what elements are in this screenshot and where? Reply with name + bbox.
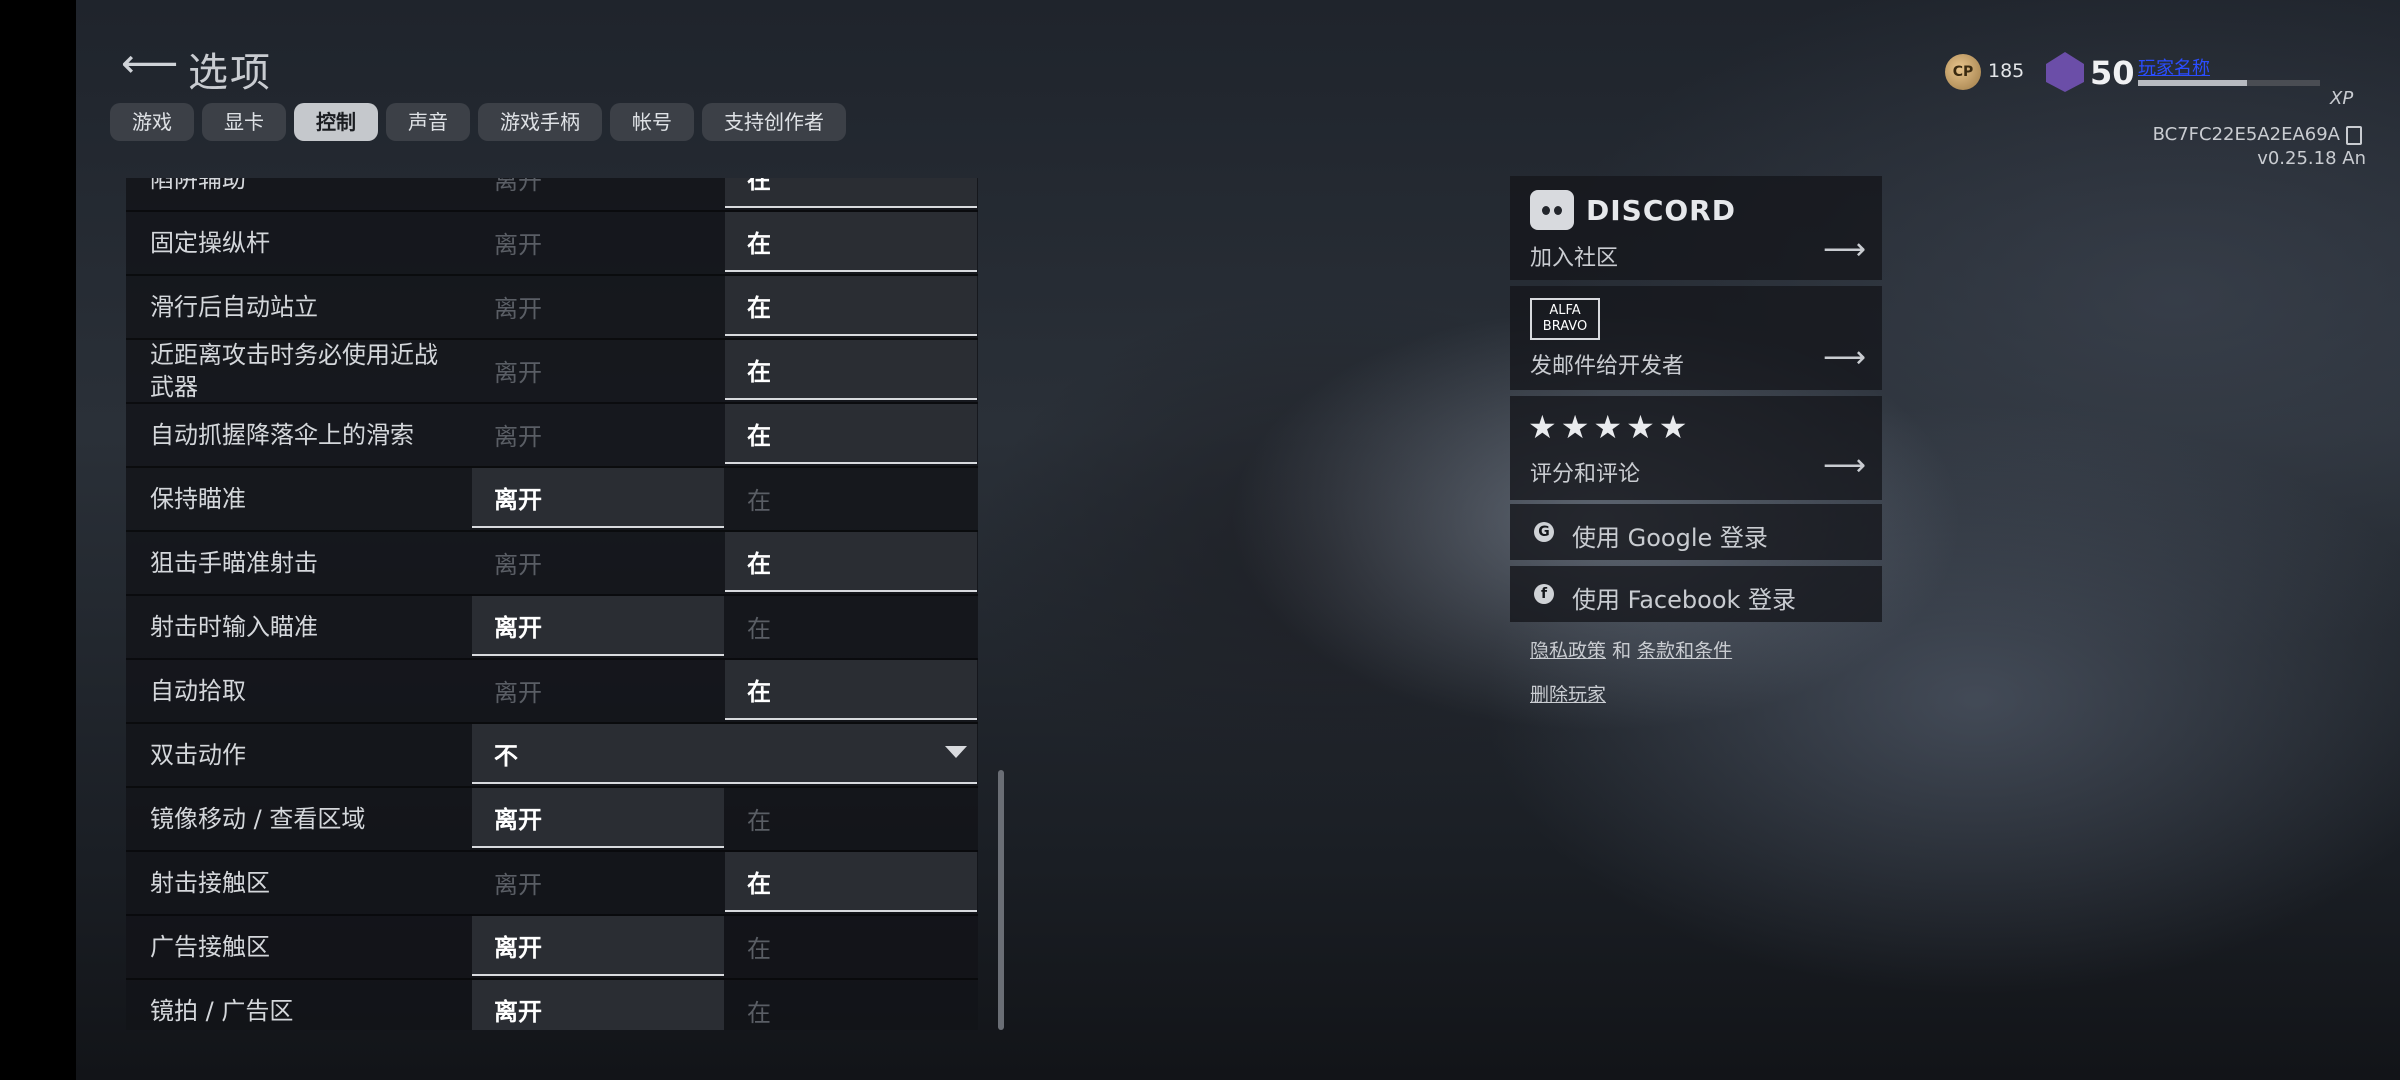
option-off[interactable]: 离开 (472, 596, 724, 656)
option-on[interactable]: 在 (725, 276, 977, 336)
chevron-down-icon (945, 746, 967, 758)
rate-review-card[interactable]: ★★★★★ 评分和评论 ⟶ (1510, 396, 1882, 500)
option-off[interactable]: 离开 (472, 980, 724, 1030)
setting-row: 射击时输入瞄准 离开 在 (126, 596, 978, 660)
cp-coin-icon: CP (1945, 54, 1981, 90)
google-icon: G (1534, 522, 1554, 542)
option-off[interactable]: 离开 (472, 276, 724, 336)
tab-bar: 游戏 显卡 控制 声音 游戏手柄 帐号 支持创作者 (110, 103, 846, 141)
setting-row: 固定操纵杆 离开 在 (126, 212, 978, 276)
tab-account[interactable]: 帐号 (610, 103, 694, 141)
option-on[interactable]: 在 (725, 852, 977, 912)
google-login-button[interactable]: G 使用 Google 登录 (1510, 504, 1882, 560)
setting-row: 保持瞄准 离开 在 (126, 468, 978, 532)
tab-gamepad[interactable]: 游戏手柄 (478, 103, 602, 141)
join-community-label: 加入社区 (1530, 246, 1619, 271)
option-on[interactable]: 在 (725, 404, 977, 464)
setting-row: 广告接触区 离开 在 (126, 916, 978, 980)
double-tap-action-select[interactable]: 不 (472, 724, 977, 784)
setting-row: 双击动作 不 (126, 724, 978, 788)
setting-row: 镜像移动 / 查看区域 离开 在 (126, 788, 978, 852)
option-off[interactable]: 离开 (472, 852, 724, 912)
alfa-bravo-logo: ALFA BRAVO (1530, 298, 1600, 340)
email-developer-label: 发邮件给开发者 (1530, 354, 1685, 379)
option-off[interactable]: 离开 (472, 178, 724, 208)
option-on[interactable]: 在 (725, 980, 977, 1030)
setting-row: 自动拾取 离开 在 (126, 660, 978, 724)
discord-card[interactable]: DISCORD 加入社区 ⟶ (1510, 176, 1882, 280)
arrow-right-icon: ⟶ (1822, 340, 1866, 375)
five-stars-icon: ★★★★★ (1528, 408, 1692, 446)
option-off[interactable]: 离开 (472, 660, 724, 720)
option-off[interactable]: 离开 (472, 468, 724, 528)
scrollbar[interactable] (998, 770, 1004, 1030)
page-title: 选项 (188, 50, 272, 96)
copy-icon[interactable] (2346, 126, 2362, 145)
player-level: 50 (2090, 54, 2135, 92)
email-developer-card[interactable]: ALFA BRAVO 发邮件给开发者 ⟶ (1510, 286, 1882, 390)
setting-row: 狙击手瞄准射击 离开 在 (126, 532, 978, 596)
setting-label: 近距离攻击时务必使用近战武器 (150, 341, 438, 401)
facebook-icon: f (1534, 584, 1554, 604)
option-off[interactable]: 离开 (472, 532, 724, 592)
tab-sound[interactable]: 声音 (386, 103, 470, 141)
xp-icon: XP (2330, 88, 2354, 109)
facebook-login-button[interactable]: f 使用 Facebook 登录 (1510, 566, 1882, 622)
and-text: 和 (1612, 640, 1632, 662)
settings-list: 陷阱辅助 离开 在 固定操纵杆 离开 在 滑行后自动站立 离开 在 近距离攻击时… (126, 178, 978, 1030)
xp-progress-fill (2138, 80, 2248, 86)
setting-row: 滑行后自动站立 离开 在 (126, 276, 978, 340)
option-on[interactable]: 在 (725, 788, 977, 848)
setting-row: 近距离攻击时务必使用近战武器 离开 在 (126, 340, 978, 404)
option-on[interactable]: 在 (725, 212, 977, 272)
tab-game[interactable]: 游戏 (110, 103, 194, 141)
discord-wordmark: DISCORD (1586, 194, 1736, 227)
option-off[interactable]: 离开 (472, 340, 724, 400)
option-off[interactable]: 离开 (472, 788, 724, 848)
setting-row: 镜拍 / 广告区 离开 在 (126, 980, 978, 1030)
terms-link[interactable]: 条款和条件 (1637, 640, 1732, 662)
option-on[interactable]: 在 (725, 916, 977, 976)
rate-review-label: 评分和评论 (1530, 462, 1641, 487)
xp-progress-bar (2138, 80, 2320, 86)
logo-text-top: ALFA (1549, 303, 1581, 318)
arrow-right-icon: ⟶ (1822, 448, 1866, 483)
privacy-policy-link[interactable]: 隐私政策 (1530, 640, 1606, 662)
discord-icon (1530, 190, 1574, 230)
setting-row: 射击接触区 离开 在 (126, 852, 978, 916)
delete-player-link[interactable]: 删除玩家 (1530, 680, 1606, 707)
option-on[interactable]: 在 (725, 178, 977, 208)
app-version: v0.25.18 An (2257, 148, 2366, 169)
arrow-left-icon[interactable]: ⟵ (121, 44, 178, 84)
select-value: 不 (494, 741, 518, 770)
cp-balance: 185 (1988, 60, 2025, 82)
option-on[interactable]: 在 (725, 468, 977, 528)
tab-controls[interactable]: 控制 (294, 103, 378, 141)
arrow-right-icon: ⟶ (1822, 232, 1866, 267)
player-id: BC7FC22E5A2EA69A (2152, 124, 2340, 145)
option-on[interactable]: 在 (725, 532, 977, 592)
setting-row: 自动抓握降落伞上的滑索 离开 在 (126, 404, 978, 468)
setting-row: 陷阱辅助 离开 在 (126, 178, 978, 212)
option-on[interactable]: 在 (725, 596, 977, 656)
tab-graphics[interactable]: 显卡 (202, 103, 286, 141)
logo-text-bottom: BRAVO (1542, 319, 1588, 334)
facebook-login-label: 使用 Facebook 登录 (1572, 586, 1797, 614)
tab-support-creator[interactable]: 支持创作者 (702, 103, 846, 141)
option-off[interactable]: 离开 (472, 916, 724, 976)
google-login-label: 使用 Google 登录 (1572, 524, 1768, 552)
legal-links: 隐私政策 和 条款和条件 (1530, 636, 1732, 663)
option-on[interactable]: 在 (725, 660, 977, 720)
option-off[interactable]: 离开 (472, 404, 724, 464)
option-off[interactable]: 离开 (472, 212, 724, 272)
player-name-link[interactable]: 玩家名称 (2138, 54, 2210, 80)
option-on[interactable]: 在 (725, 340, 977, 400)
